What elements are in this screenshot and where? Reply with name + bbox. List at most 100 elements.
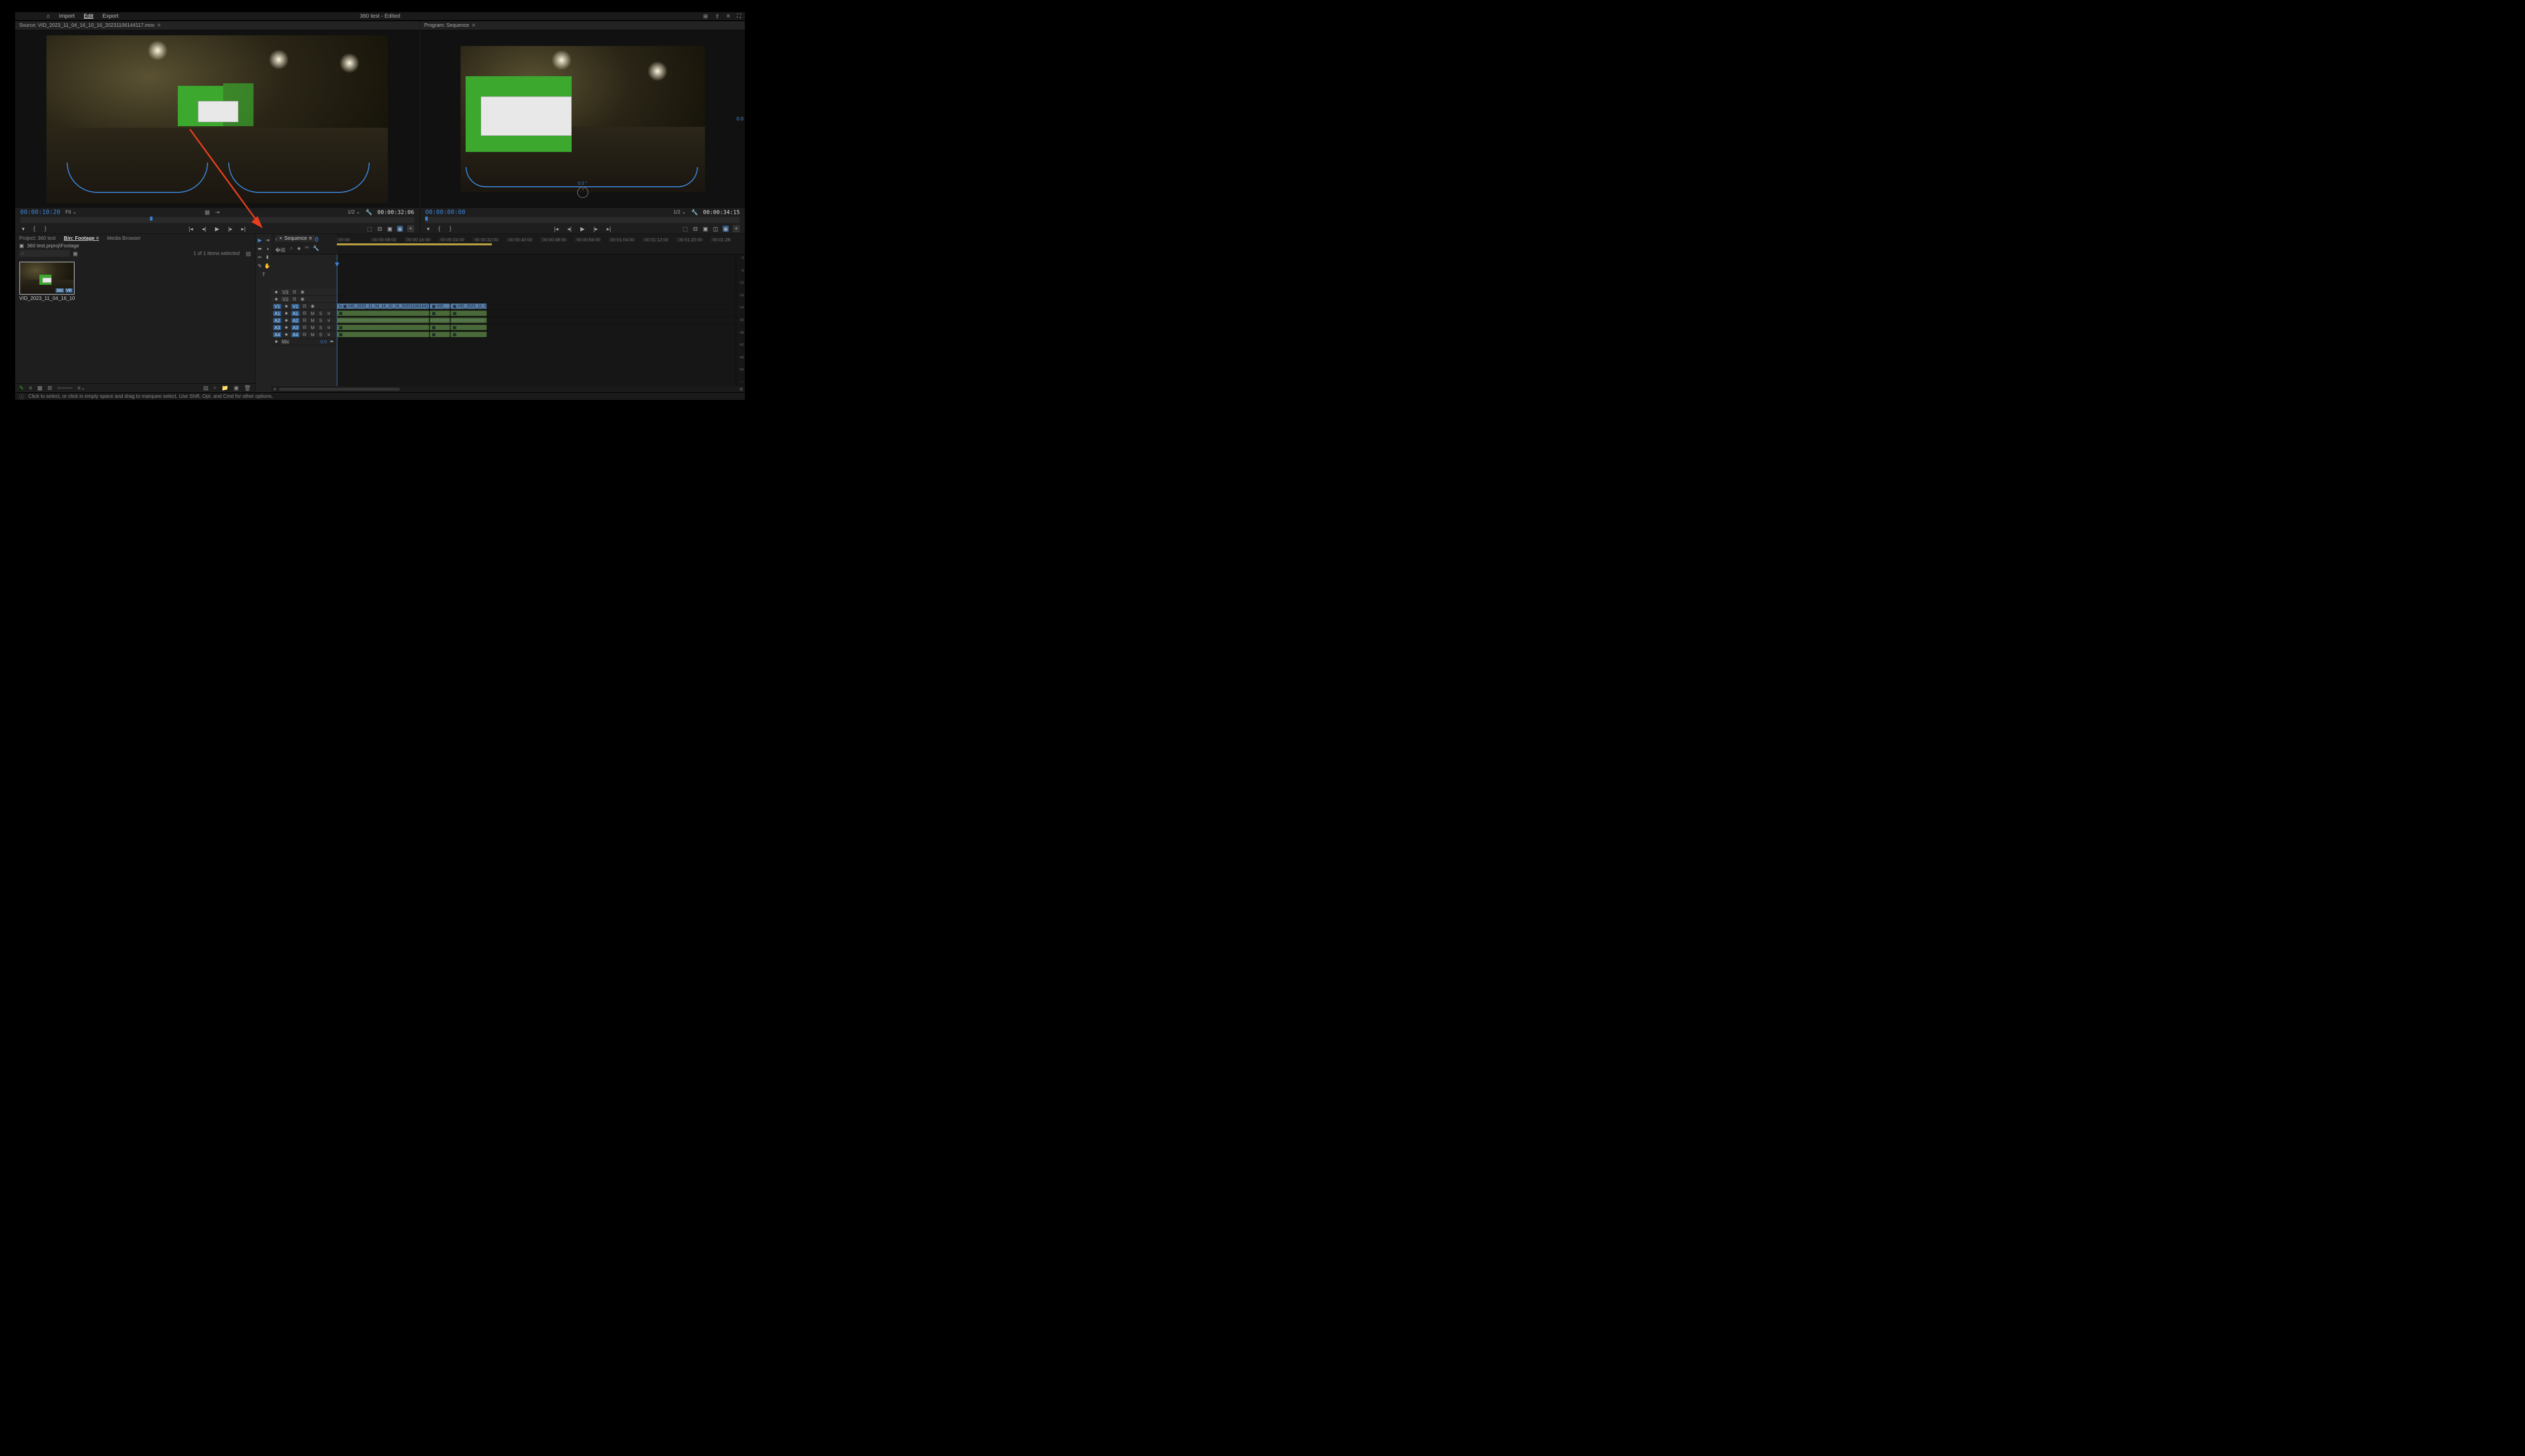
sort-menu-icon[interactable]: ≡⌄ <box>77 385 85 391</box>
button-editor-icon[interactable]: + <box>733 225 740 232</box>
program-scrubber[interactable] <box>425 217 740 223</box>
audio-clip[interactable]: ▦ <box>430 332 450 337</box>
wrench-icon[interactable]: 🔧 <box>691 209 698 216</box>
play-icon[interactable]: ▶ <box>580 226 586 232</box>
button-editor-icon[interactable]: + <box>407 225 414 232</box>
settings-icon[interactable]: ▦ <box>205 209 210 216</box>
audio-clip[interactable]: ▦ <box>450 310 486 316</box>
track-header-v2[interactable]: ⬥V2⊟◉ <box>271 296 337 303</box>
sort-icon[interactable]: ▤ <box>246 250 251 257</box>
timeline-hscroll[interactable]: ○○ <box>271 386 745 392</box>
project-tab[interactable]: Project: 360 test <box>19 236 56 241</box>
bin-contents[interactable]: 360 VR VID_2023_11_04_16_10_1... 32:06 <box>15 257 255 383</box>
workspace-menu-icon[interactable]: ≡ <box>727 13 730 20</box>
audio-clip[interactable] <box>450 318 486 323</box>
go-out-icon[interactable]: ▸| <box>606 226 612 232</box>
export-frame-icon[interactable]: ▣ <box>702 226 709 232</box>
type-tool[interactable]: T <box>261 272 267 278</box>
tab-menu-icon[interactable]: ≡ <box>472 23 475 28</box>
source-viewport[interactable] <box>15 30 419 208</box>
extract-icon[interactable]: ⊟ <box>692 226 698 232</box>
source-scrubber[interactable] <box>20 217 414 223</box>
audio-clip[interactable]: ▦ <box>430 325 450 330</box>
menu-edit[interactable]: Edit <box>84 13 93 19</box>
audio-clip[interactable]: ▦ <box>337 332 429 337</box>
insert-icon[interactable]: ⬚ <box>367 226 373 232</box>
track-header-v1[interactable]: V1⬥V1⊟◉ <box>271 303 337 310</box>
go-in-icon[interactable]: |◂ <box>188 226 194 232</box>
mark-close-icon[interactable]: } <box>447 226 453 232</box>
wrench-icon[interactable]: 🔧 <box>313 246 319 253</box>
bin-icon[interactable]: ▣ <box>19 243 24 249</box>
audio-clip[interactable]: ▦ <box>337 310 429 316</box>
audio-clip[interactable] <box>337 318 429 323</box>
search-input[interactable]: ⌕ <box>19 250 70 257</box>
audio-clip[interactable]: ▦ <box>450 332 486 337</box>
play-icon[interactable]: ▶ <box>214 226 220 232</box>
new-bin-icon[interactable]: 📁 <box>222 385 229 391</box>
link-icon[interactable]: ∩ <box>289 246 293 253</box>
lift-icon[interactable]: ⬚ <box>682 226 688 232</box>
go-out-icon[interactable]: ▸| <box>240 226 246 232</box>
selection-tool[interactable]: ▶ <box>257 237 263 244</box>
slip-tool[interactable]: ⬍ <box>264 254 271 261</box>
video-clip[interactable]: ▦VID_2023_11_04_16_... <box>450 303 486 309</box>
track-header-a1[interactable]: A1⬥A1⊟MS⊍ <box>271 310 337 317</box>
step-back-icon[interactable]: ◂| <box>567 226 573 232</box>
pen-tool[interactable]: ✎ <box>257 263 263 270</box>
source-timecode[interactable]: 00:00:10:20 <box>20 209 60 216</box>
source-zoom-fit[interactable]: Fit ⌄ <box>65 210 76 215</box>
ripple-tool[interactable]: ⬌ <box>257 246 263 252</box>
razor-tool[interactable]: ✂ <box>257 254 263 261</box>
vr-toggle-icon[interactable]: ◉ <box>723 226 729 232</box>
snap-icon[interactable]: �磁 <box>275 246 285 253</box>
rate-tool[interactable]: ◑ <box>264 246 271 252</box>
track-header-mix[interactable]: ⬥Mix0.0⬌ <box>271 338 337 345</box>
source-resolution[interactable]: 1/2 ⌄ <box>347 210 360 215</box>
timeline-ruler[interactable]: 00:00 00:00:08:00 00:00:16:00 00:00:24:0… <box>337 234 745 254</box>
mark-in-icon[interactable]: ▾ <box>425 226 431 232</box>
audio-clip[interactable]: ▦ <box>430 310 450 316</box>
menu-import[interactable]: Import <box>59 13 75 19</box>
icon-view-icon[interactable]: ▦ <box>37 385 42 391</box>
mark-close-icon[interactable]: } <box>42 226 48 232</box>
breadcrumb-path[interactable]: 360 test.prproj\Footage <box>27 243 79 249</box>
close-tab-icon[interactable]: ≡ <box>158 23 161 28</box>
mark-in-icon[interactable]: ▾ <box>20 226 26 232</box>
mark-open-icon[interactable]: { <box>31 226 37 232</box>
home-icon[interactable]: ⌂ <box>46 13 50 19</box>
audio-clip[interactable]: ▦ <box>450 325 486 330</box>
audio-clip[interactable] <box>430 318 450 323</box>
share-icon[interactable]: ⇪ <box>715 13 720 20</box>
find-icon[interactable]: ⌕ <box>214 385 217 391</box>
fullscreen-icon[interactable]: ⛶ <box>737 13 741 20</box>
new-bin-icon[interactable]: ▣ <box>73 250 78 257</box>
step-fwd-icon[interactable]: |▸ <box>227 226 233 232</box>
go-in-icon[interactable]: |◂ <box>553 226 560 232</box>
vr-toggle-icon[interactable]: ◉ <box>397 226 403 232</box>
marker-icon[interactable]: ⬥ <box>297 246 300 253</box>
source-tab[interactable]: Source: VID_2023_11_04_16_10_16_20231106… <box>15 21 419 30</box>
compare-icon[interactable]: ◫ <box>713 226 719 232</box>
settings-icon[interactable]: ⎃ <box>305 246 309 253</box>
bin-tab[interactable]: Bin: Footage ≡ <box>64 236 99 241</box>
insert-overlay-icon[interactable]: ⇥ <box>215 209 220 216</box>
export-frame-icon[interactable]: ▣ <box>387 226 393 232</box>
video-clip[interactable]: ▦VID_... <box>430 303 450 309</box>
audio-clip[interactable]: ▦ <box>337 325 429 330</box>
step-fwd-icon[interactable]: |▸ <box>593 226 599 232</box>
video-clip[interactable]: fx ▦VID_2023_11_04_16_10_16_202311061441… <box>337 303 429 309</box>
track-header-a4[interactable]: A4⬥A4⊟MS⊍ <box>271 331 337 338</box>
mark-open-icon[interactable]: { <box>436 226 442 232</box>
sequence-tab[interactable]: × Sequence ≡ <box>276 235 315 242</box>
program-resolution[interactable]: 1/2 ⌄ <box>673 210 686 215</box>
hand-tool[interactable]: ✋ <box>264 263 271 270</box>
program-tab[interactable]: Program: Sequence ≡ <box>420 21 745 30</box>
trash-icon[interactable]: 🗑 <box>244 385 251 391</box>
program-timecode[interactable]: 00:00:00:00 <box>425 209 465 216</box>
new-item-icon[interactable]: ▣ <box>234 385 239 391</box>
track-header-a3[interactable]: A3⬥A3⊟MS⊍ <box>271 324 337 331</box>
list-view-icon[interactable]: ≡ <box>29 385 32 391</box>
track-header-v3[interactable]: ⬥V3⊟◉ <box>271 289 337 296</box>
freeform-view-icon[interactable]: ⊞ <box>47 385 52 391</box>
